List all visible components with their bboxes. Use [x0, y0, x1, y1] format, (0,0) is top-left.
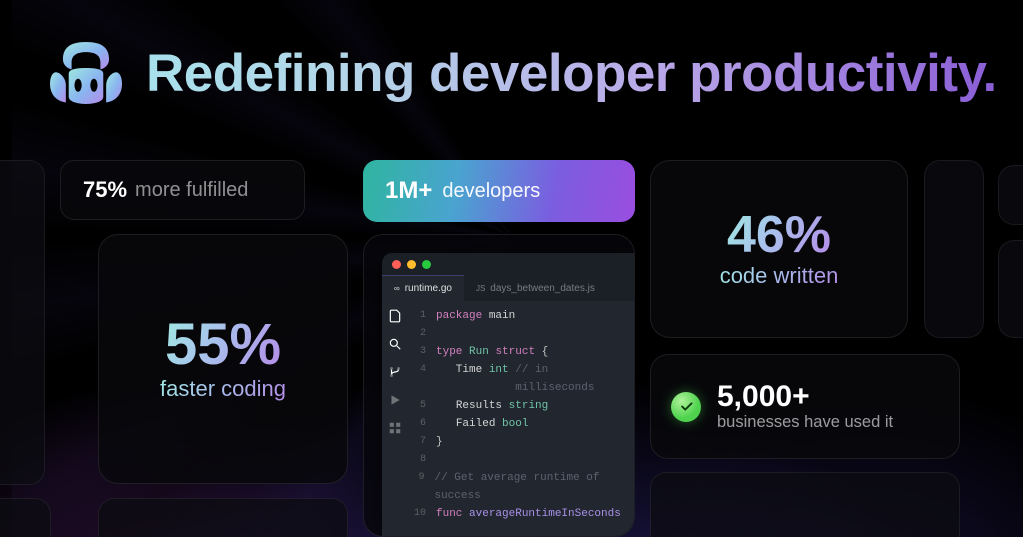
decorative-card [98, 498, 348, 537]
go-file-icon: ∞ [394, 284, 400, 293]
check-badge-icon [671, 392, 701, 422]
debug-icon[interactable] [388, 393, 402, 407]
window-close-icon [392, 260, 401, 269]
stat-value: 46% [727, 209, 831, 261]
tab-runtime-go[interactable]: ∞ runtime.go [382, 275, 464, 301]
stat-developers-card: 1M+ developers [363, 160, 635, 222]
stat-fulfilled-card: 75% more fulfilled [60, 160, 305, 220]
files-icon[interactable] [388, 309, 402, 323]
stat-businesses-card: 5,000+ businesses have used it [650, 354, 960, 459]
extensions-icon[interactable] [388, 421, 402, 435]
tab-days-js[interactable]: JS days_between_dates.js [464, 275, 607, 301]
stat-label: faster coding [160, 376, 286, 402]
copilot-logo-icon [50, 42, 122, 104]
editor-body: 1package main 2 3type Run struct { 4 Tim… [382, 301, 634, 536]
decorative-card [998, 165, 1023, 225]
headline: Redefining developer productivity. [146, 43, 997, 104]
stat-value: 5,000+ [717, 381, 893, 413]
branch-icon[interactable] [388, 365, 402, 379]
stat-value: 1M+ [385, 177, 432, 205]
decorative-card [998, 240, 1023, 338]
tab-label: runtime.go [405, 283, 452, 294]
js-file-icon: JS [476, 284, 485, 293]
stat-faster-card: 55% faster coding [98, 234, 348, 484]
stat-label: developers [442, 180, 540, 203]
window-controls [382, 253, 634, 275]
stat-label: businesses have used it [717, 413, 893, 432]
stat-value: 55% [165, 316, 281, 374]
decorative-card [650, 472, 960, 537]
decorative-card [0, 498, 51, 537]
window-minimize-icon [407, 260, 416, 269]
search-icon[interactable] [388, 337, 402, 351]
code-editor-card: ∞ runtime.go JS days_between_dates.js 1p… [363, 234, 635, 537]
code-area[interactable]: 1package main 2 3type Run struct { 4 Tim… [408, 301, 634, 536]
decorative-card [924, 160, 984, 338]
stat-code-written-card: 46% code written [650, 160, 908, 338]
tab-label: days_between_dates.js [490, 283, 595, 294]
editor-window: ∞ runtime.go JS days_between_dates.js 1p… [382, 253, 634, 536]
decorative-card [0, 160, 45, 485]
stat-label: more fulfilled [135, 179, 248, 202]
editor-tabs: ∞ runtime.go JS days_between_dates.js [382, 275, 634, 301]
stat-value: 75% [83, 177, 127, 203]
hero-header: Redefining developer productivity. [50, 42, 973, 104]
window-zoom-icon [422, 260, 431, 269]
activity-bar [382, 301, 408, 536]
stat-label: code written [720, 263, 839, 289]
